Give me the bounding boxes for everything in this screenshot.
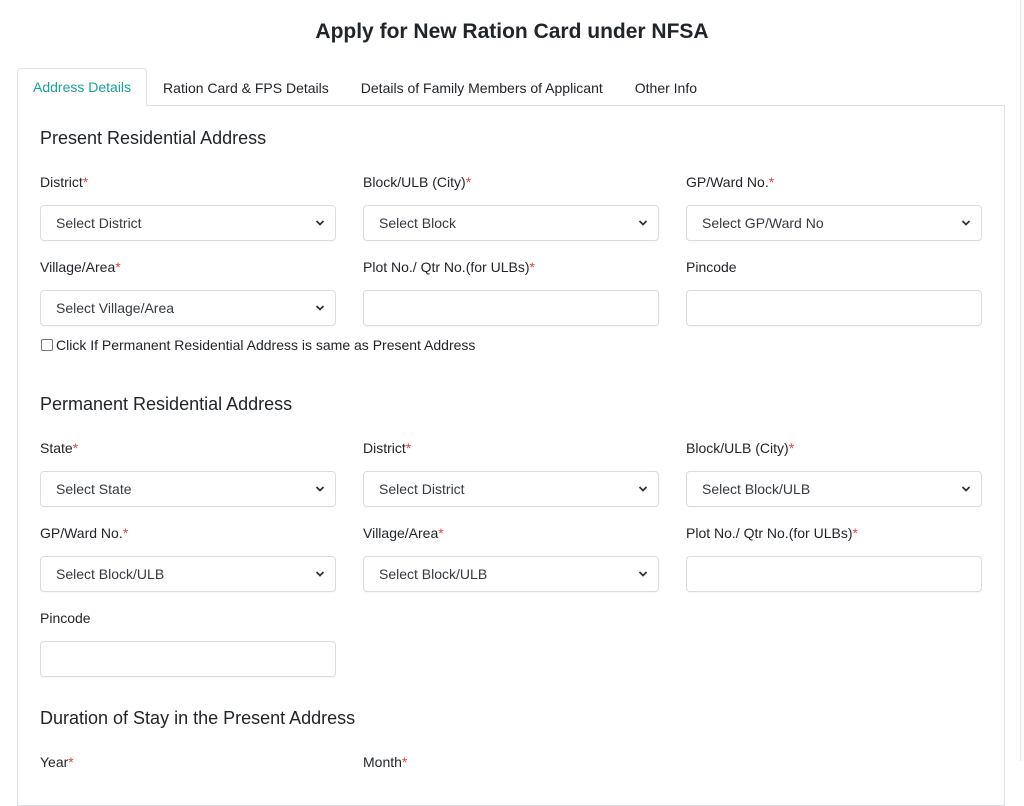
- permanent-state-value: Select State: [56, 481, 132, 497]
- required-mark: *: [72, 440, 79, 456]
- tab-family-members[interactable]: Details of Family Members of Applicant: [345, 68, 619, 106]
- page-scrollbar-edge: [1020, 0, 1024, 761]
- permanent-plot-label: Plot No./ Qtr No.(for ULBs)*: [686, 525, 858, 541]
- chevron-down-icon: [315, 486, 325, 492]
- present-village-field: Village/Area* Select Village/Area: [40, 257, 336, 326]
- permanent-gp-ward-field: GP/Ward No.* Select Block/ULB: [40, 523, 336, 592]
- permanent-village-field: Village/Area* Select Block/ULB: [363, 523, 659, 592]
- same-address-checkbox-label[interactable]: Click If Permanent Residential Address i…: [56, 337, 475, 353]
- address-details-panel: Present Residential Address District* Se…: [17, 106, 1005, 806]
- permanent-village-select[interactable]: Select Block/ULB: [363, 556, 659, 592]
- present-block-field: Block/ULB (City)* Select Block: [363, 172, 659, 241]
- page-title: Apply for New Ration Card under NFSA: [315, 20, 709, 43]
- present-village-value: Select Village/Area: [56, 300, 175, 316]
- present-address-heading: Present Residential Address: [40, 128, 267, 148]
- chevron-down-icon: [315, 220, 325, 226]
- present-district-value: Select District: [56, 215, 142, 231]
- required-mark: *: [438, 525, 444, 541]
- present-district-field: District* Select District: [40, 172, 336, 241]
- required-mark: *: [768, 174, 775, 190]
- same-address-checkbox[interactable]: [41, 339, 53, 351]
- duration-month-label: Month*: [363, 754, 408, 770]
- tab-ration-card-fps-details[interactable]: Ration Card & FPS Details: [147, 68, 345, 106]
- permanent-pincode-label: Pincode: [40, 610, 91, 626]
- duration-heading: Duration of Stay in the Present Address: [40, 708, 356, 728]
- permanent-pincode-field: Pincode: [40, 608, 336, 677]
- permanent-gp-ward-select[interactable]: Select Block/ULB: [40, 556, 336, 592]
- permanent-village-value: Select Block/ULB: [379, 566, 488, 582]
- required-mark: *: [465, 174, 472, 190]
- chevron-down-icon: [961, 486, 971, 492]
- required-mark: *: [122, 525, 129, 541]
- present-village-label: Village/Area*: [40, 259, 121, 275]
- present-block-select[interactable]: Select Block: [363, 205, 659, 241]
- permanent-plot-input[interactable]: [686, 556, 982, 592]
- present-district-label: District*: [40, 174, 89, 190]
- present-plot-label: Plot No./ Qtr No.(for ULBs)*: [363, 259, 535, 275]
- permanent-block-label: Block/ULB (City)*: [686, 440, 795, 456]
- permanent-state-field: State* Select State: [40, 438, 336, 507]
- required-mark: *: [852, 525, 858, 541]
- present-gp-ward-field: GP/Ward No.* Select GP/Ward No: [686, 172, 982, 241]
- chevron-down-icon: [961, 220, 971, 226]
- required-mark: *: [68, 754, 74, 770]
- present-pincode-field: Pincode: [686, 257, 982, 326]
- required-mark: *: [788, 440, 795, 456]
- required-mark: *: [82, 174, 89, 190]
- permanent-state-select[interactable]: Select State: [40, 471, 336, 507]
- permanent-district-field: District* Select District: [363, 438, 659, 507]
- permanent-plot-field: Plot No./ Qtr No.(for ULBs)*: [686, 523, 982, 592]
- permanent-state-label: State*: [40, 440, 79, 456]
- permanent-gp-ward-value: Select Block/ULB: [56, 566, 165, 582]
- chevron-down-icon: [315, 571, 325, 577]
- chevron-down-icon: [638, 571, 648, 577]
- present-pincode-label: Pincode: [686, 259, 737, 275]
- permanent-block-field: Block/ULB (City)* Select Block/ULB: [686, 438, 982, 507]
- present-plot-field: Plot No./ Qtr No.(for ULBs)*: [363, 257, 659, 326]
- required-mark: *: [401, 754, 408, 770]
- permanent-gp-ward-label: GP/Ward No.*: [40, 525, 129, 541]
- present-pincode-input[interactable]: [686, 290, 982, 326]
- required-mark: *: [529, 259, 535, 275]
- permanent-district-value: Select District: [379, 481, 465, 497]
- tab-address-details[interactable]: Address Details: [17, 68, 148, 106]
- permanent-village-label: Village/Area*: [363, 525, 444, 541]
- present-block-label: Block/ULB (City)*: [363, 174, 472, 190]
- permanent-pincode-input[interactable]: [40, 641, 336, 677]
- duration-year-label: Year*: [40, 754, 74, 770]
- permanent-district-label: District*: [363, 440, 412, 456]
- chevron-down-icon: [638, 220, 648, 226]
- present-plot-input[interactable]: [363, 290, 659, 326]
- chevron-down-icon: [638, 486, 648, 492]
- permanent-district-select[interactable]: Select District: [363, 471, 659, 507]
- permanent-block-select[interactable]: Select Block/ULB: [686, 471, 982, 507]
- required-mark: *: [115, 259, 121, 275]
- duration-month-field: Month*: [363, 752, 659, 772]
- present-gp-ward-select[interactable]: Select GP/Ward No: [686, 205, 982, 241]
- tab-other-info[interactable]: Other Info: [619, 68, 713, 106]
- present-district-select[interactable]: Select District: [40, 205, 336, 241]
- present-village-select[interactable]: Select Village/Area: [40, 290, 336, 326]
- permanent-address-heading: Permanent Residential Address: [40, 394, 293, 414]
- permanent-block-value: Select Block/ULB: [702, 481, 811, 497]
- tab-bar: Address Details Ration Card & FPS Detail…: [17, 68, 1005, 106]
- chevron-down-icon: [315, 305, 325, 311]
- present-gp-ward-value: Select GP/Ward No: [702, 215, 824, 231]
- present-gp-ward-label: GP/Ward No.*: [686, 174, 775, 190]
- same-address-checkbox-row[interactable]: Click If Permanent Residential Address i…: [41, 337, 475, 353]
- required-mark: *: [405, 440, 412, 456]
- duration-year-field: Year*: [40, 752, 336, 772]
- present-block-value: Select Block: [379, 215, 457, 231]
